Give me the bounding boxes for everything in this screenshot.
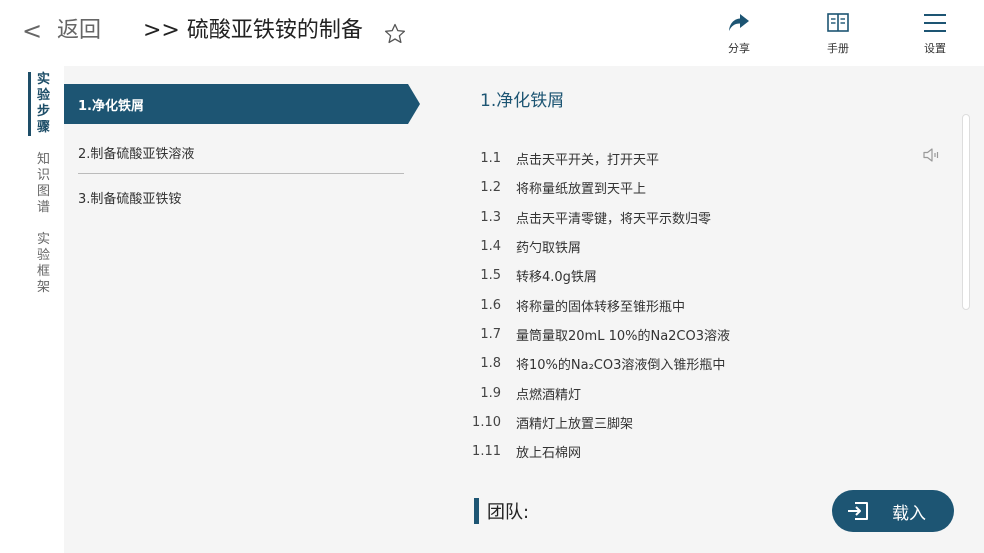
share-button[interactable]: 分享 [717,12,761,60]
substep-number: 1.5 [480,268,501,284]
menu-icon [924,14,946,32]
substep-number: 1.10 [472,414,501,430]
team-accent-bar [474,498,479,524]
manual-button[interactable]: 手册 [816,12,860,60]
substep-row[interactable]: 1.7 量筒量取20mL 10%的Na2CO3溶液 [460,320,940,349]
substep-text: 点燃酒精灯 [516,387,582,403]
tab-knowledge-graph[interactable]: 知识图谱 [28,152,50,216]
step-divider [78,173,404,174]
settings-button[interactable]: 设置 [913,12,957,60]
substep-row[interactable]: 1.10 酒精灯上放置三脚架 [460,408,940,437]
substep-text: 将称量纸放置到天平上 [516,182,647,198]
substep-number: 1.8 [480,356,501,372]
substep-row[interactable]: 1.6 将称量的固体转移至锥形瓶中 [460,290,940,319]
substep-row[interactable]: 1.11 放上石棉网 [460,437,940,466]
substep-text: 振荡锥形瓶 [516,471,581,474]
substep-text: 将10%的Na₂CO3溶液倒入锥形瓶中 [516,358,726,374]
substep-text: 放上石棉网 [516,446,582,462]
substep-number: 1.3 [480,209,501,225]
substep-number: 1.11 [472,444,501,460]
manual-label: 手册 [827,42,849,55]
book-icon [827,13,849,32]
share-label: 分享 [728,42,750,55]
substep-number: 1.6 [480,297,501,313]
substep-text: 酒精灯上放置三脚架 [516,416,634,432]
substep-row[interactable]: 1.2 将称量纸放置到天平上 [460,173,940,202]
substep-number: 1.1 [480,151,501,167]
active-step-arrow [408,84,420,124]
substep-text: 点击天平开关，打开天平 [516,153,660,169]
tab-experiment-steps[interactable]: 实验步骤 [28,72,50,136]
step-label: 3.制备硫酸亚铁铵 [78,192,182,207]
substep-text: 转移4.0g铁屑 [516,270,597,286]
team-section: 团队: [474,498,529,524]
scrollbar[interactable] [962,114,970,310]
speaker-icon[interactable] [922,146,940,164]
load-button[interactable]: 载入 [832,490,954,532]
step-item-3[interactable]: 3.制备硫酸亚铁铵 [64,177,408,217]
chevron-left-icon[interactable]: < [22,16,42,46]
step-item-1[interactable]: 1.净化铁屑 [64,84,420,124]
step-label: 1.净化铁屑 [78,99,144,114]
vertical-tab-bar: 实验步骤 知识图谱 实验框架 [28,72,56,312]
section-title: 1.净化铁屑 [480,91,565,111]
tab-experiment-framework[interactable]: 实验框架 [28,232,50,296]
star-outline-icon[interactable] [383,22,407,46]
step-label: 2.制备硫酸亚铁溶液 [78,147,195,162]
back-button[interactable]: 返回 [57,16,101,46]
substep-text: 量筒量取20mL 10%的Na2CO3溶液 [516,328,731,344]
substep-text: 将称量的固体转移至锥形瓶中 [516,299,686,315]
step-list-panel: 1.净化铁屑 2.制备硫酸亚铁溶液 3.制备硫酸亚铁铵 [64,66,420,553]
substep-number: 1.7 [480,326,501,342]
settings-label: 设置 [924,42,946,55]
team-label: 团队: [487,502,530,523]
substep-number: 1.4 [480,239,501,255]
substep-row[interactable]: 1.3 点击天平清零键，将天平示数归零 [460,203,940,232]
substep-text: 药勺取铁屑 [516,241,582,257]
substep-row[interactable]: 1.9 点燃酒精灯 [460,378,940,407]
substep-row[interactable]: 1.12振荡锥形瓶 [460,466,940,474]
page-title: >> 硫酸亚铁铵的制备 [143,18,363,43]
substep-row[interactable]: 1.1 点击天平开关，打开天平 [460,144,940,173]
import-icon [848,502,868,520]
substep-row[interactable]: 1.8 将10%的Na₂CO3溶液倒入锥形瓶中 [460,349,940,378]
substep-number: 1.9 [480,385,501,401]
header-bar: < 返回 >> 硫酸亚铁铵的制备 分享 手册 设置 [0,0,984,66]
load-label: 载入 [892,503,926,524]
substep-list: 1.1 点击天平开关，打开天平 1.2 将称量纸放置到天平上 1.3 点击天平清零键，将天… [460,144,940,474]
substep-number: 1.12 [460,473,516,474]
step-item-2[interactable]: 2.制备硫酸亚铁溶液 [64,132,408,172]
share-arrow-icon [729,14,749,31]
substep-number: 1.2 [480,180,501,196]
substep-row[interactable]: 1.4 药勺取铁屑 [460,232,940,261]
substep-text: 点击天平清零键，将天平示数归零 [516,211,712,227]
content-panel: 1.净化铁屑 1.1 点击天平开关，打开天平 1.2 将称量纸放置到天平上 1.3 点击天… [420,66,984,553]
substep-row[interactable]: 1.5 转移4.0g铁屑 [460,261,940,290]
